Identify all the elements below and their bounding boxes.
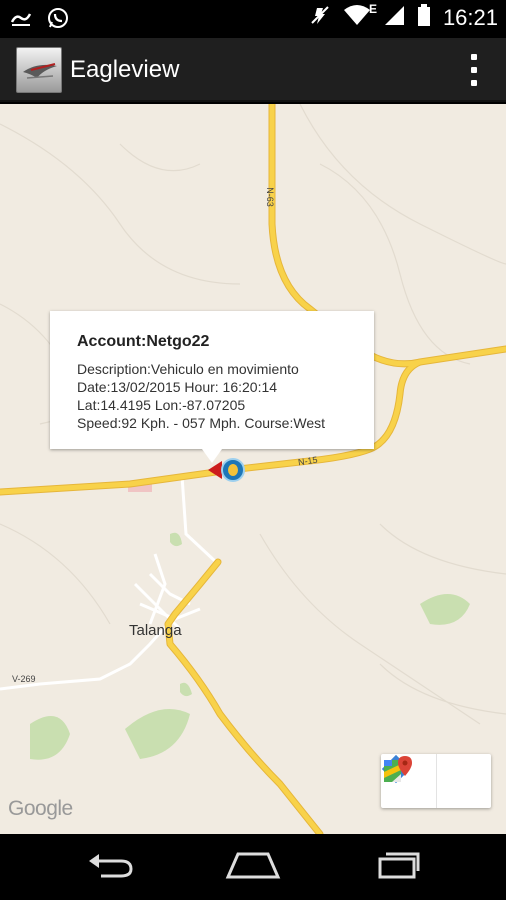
mute-icon bbox=[309, 4, 331, 31]
battery-icon bbox=[417, 4, 431, 31]
vegetation-area bbox=[180, 682, 192, 697]
whatsapp-icon bbox=[46, 6, 70, 35]
vegetation-area bbox=[30, 716, 70, 760]
back-icon bbox=[87, 851, 137, 884]
home-icon bbox=[224, 851, 282, 884]
app-title: Eagleview bbox=[70, 56, 180, 83]
vehicle-info-window[interactable]: Account:Netgo22 Description:Vehiculo en … bbox=[50, 311, 374, 449]
map-toolbar bbox=[381, 754, 491, 808]
map-view[interactable]: N-63 N-15 V-269 Talanga Google Account:N… bbox=[0, 104, 506, 834]
vegetation-area bbox=[125, 709, 190, 759]
back-button[interactable] bbox=[82, 852, 142, 882]
signal-icon: E bbox=[369, 2, 405, 31]
info-account: Account:Netgo22 bbox=[77, 333, 210, 350]
road-label-v269: V-269 bbox=[12, 674, 36, 684]
info-description: Description:Vehiculo en movimiento bbox=[77, 361, 299, 377]
navigation-bar bbox=[0, 834, 506, 900]
eagleview-logo[interactable] bbox=[16, 47, 62, 93]
vegetation-area bbox=[420, 594, 470, 625]
vehicle-marker[interactable] bbox=[221, 458, 245, 482]
vegetation-area bbox=[170, 532, 182, 547]
recent-apps-icon bbox=[370, 851, 422, 884]
status-time: 16:21 bbox=[442, 4, 498, 30]
carrier-letter: E bbox=[368, 2, 377, 16]
map-canvas bbox=[0, 104, 506, 834]
highway-south bbox=[165, 559, 323, 834]
open-in-maps-button[interactable] bbox=[384, 754, 491, 808]
google-attribution[interactable]: Google bbox=[8, 797, 73, 821]
wifi-icon bbox=[343, 4, 371, 31]
road-label-n63: N-63 bbox=[264, 187, 275, 207]
status-bar: E 16:21 bbox=[0, 0, 506, 38]
direction-arrow-icon bbox=[208, 461, 222, 479]
notification-icon bbox=[10, 10, 32, 31]
action-bar: Eagleview bbox=[0, 38, 506, 102]
town-label: Talanga bbox=[129, 622, 182, 639]
home-button[interactable] bbox=[223, 852, 283, 882]
recent-apps-button[interactable] bbox=[366, 852, 426, 882]
info-lat-lon: Lat:14.4195 Lon:-87.07205 bbox=[77, 397, 246, 413]
info-speed-course: Speed:92 Kph. - 057 Mph. Course:West bbox=[77, 415, 325, 431]
info-date-hour: Date:13/02/2015 Hour: 16:20:14 bbox=[77, 379, 278, 395]
overflow-menu-icon[interactable] bbox=[468, 54, 480, 86]
